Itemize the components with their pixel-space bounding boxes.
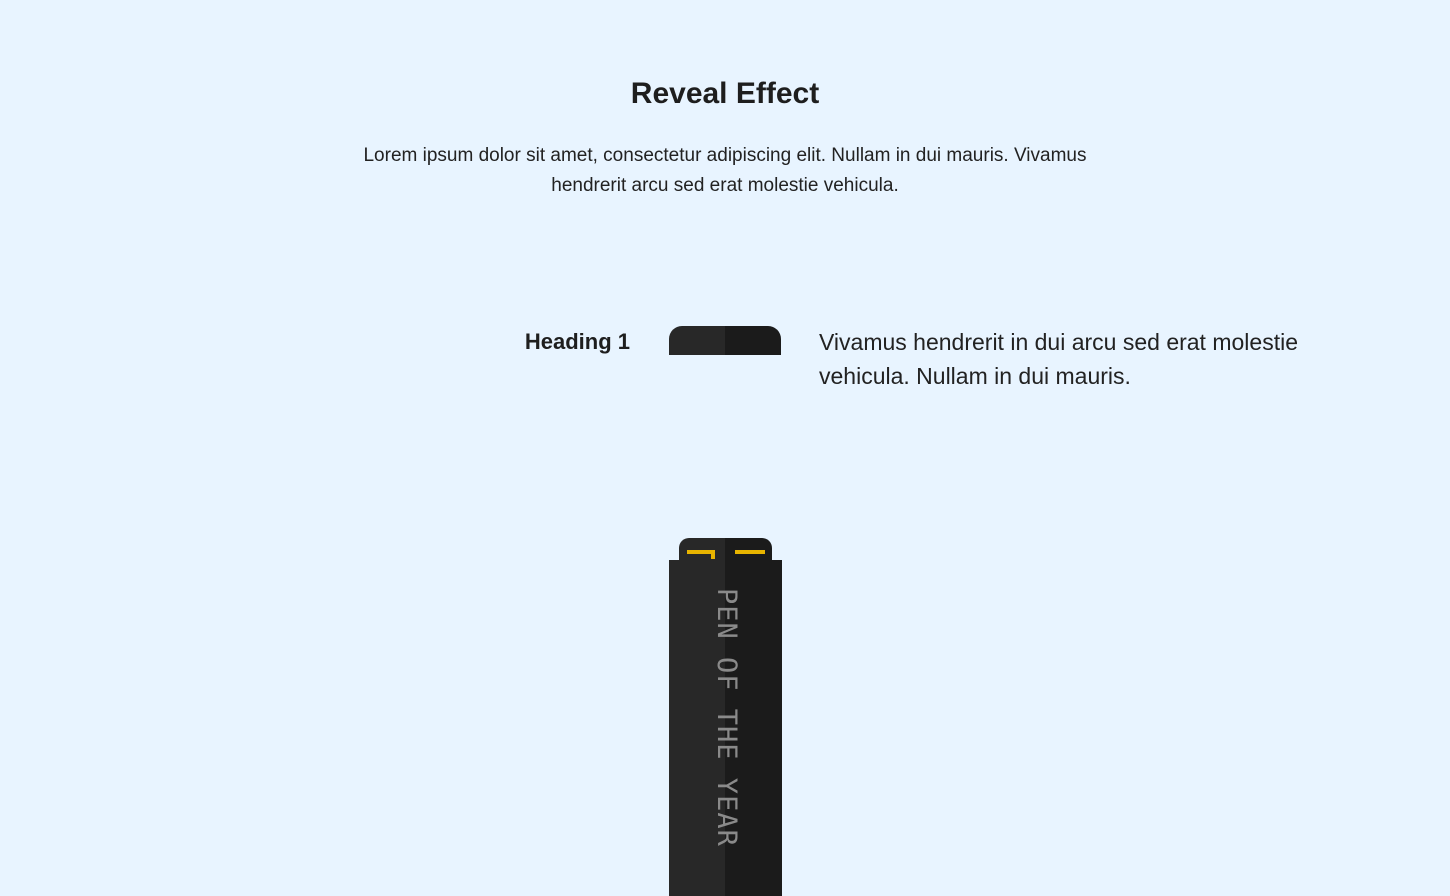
pen-accent-right bbox=[735, 550, 765, 554]
pen-accent-left-tick bbox=[711, 550, 715, 559]
section-heading: Heading 1 bbox=[524, 329, 630, 354]
pen-illustration: PEN OF THE YEAR bbox=[669, 538, 782, 896]
page: Reveal Effect Lorem ipsum dolor sit amet… bbox=[0, 0, 1450, 896]
pen-cap-right-half bbox=[725, 326, 781, 355]
section-text: Vivamus hendrerit in dui arcu sed erat m… bbox=[819, 329, 1298, 389]
pen-cap-left-half bbox=[669, 326, 725, 355]
pen-cap bbox=[669, 326, 781, 355]
page-title: Reveal Effect bbox=[630, 77, 820, 110]
pen-label: PEN OF THE YEAR bbox=[711, 588, 742, 847]
intro-paragraph: Lorem ipsum dolor sit amet, consectetur … bbox=[363, 145, 1087, 196]
